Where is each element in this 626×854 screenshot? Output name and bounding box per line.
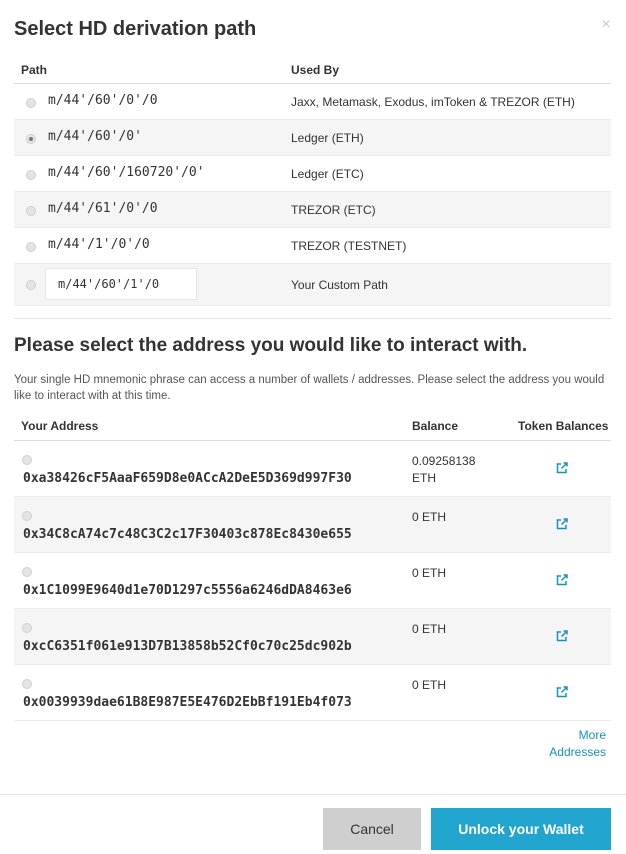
external-link-icon[interactable] <box>555 573 569 587</box>
address-section-heading: Please select the address you would like… <box>14 335 528 356</box>
path-row[interactable]: m/44'/60'/0'/0 Jaxx, Metamask, Exodus, im… <box>14 84 611 120</box>
address-value: 0xa38426cF5AaaF659D8e0ACcA2DeE5D369d997F… <box>23 471 352 486</box>
section-divider <box>14 318 611 319</box>
address-row[interactable]: 0x0039939dae61B8E987E5E476D2EbBf191Eb4f0… <box>14 665 611 721</box>
custom-path-label: Your Custom Path <box>291 278 388 292</box>
modal-title: Select HD derivation path <box>14 18 257 40</box>
external-link-icon[interactable] <box>555 629 569 643</box>
address-value: 0x34C8cA74c7c48C3C2c17F30403c878Ec8430e6… <box>23 527 352 542</box>
external-link-icon[interactable] <box>555 517 569 531</box>
path-radio[interactable] <box>26 206 36 216</box>
custom-path-row[interactable]: Your Custom Path <box>14 264 611 306</box>
address-radio[interactable] <box>22 511 32 521</box>
path-used-by: Ledger (ETC) <box>291 167 364 181</box>
path-value: m/44'/61'/0'/0 <box>48 201 158 216</box>
address-radio[interactable] <box>22 567 32 577</box>
address-row[interactable]: 0x1C1099E9640d1e70D1297c5556a6246dDA8463… <box>14 553 611 609</box>
path-value: m/44'/60'/160720'/0' <box>48 165 205 180</box>
derivation-path-modal: Select HD derivation path × Path Used By… <box>0 0 626 854</box>
address-value: 0x1C1099E9640d1e70D1297c5556a6246dDA8463… <box>23 583 352 598</box>
path-radio[interactable] <box>26 134 36 144</box>
address-balance: 0 ETH <box>412 510 447 524</box>
balance-column-header: Balance <box>412 419 459 433</box>
token-balances-column-header: Token Balances <box>518 419 609 433</box>
custom-path-input[interactable] <box>45 268 197 300</box>
address-radio[interactable] <box>22 455 32 465</box>
path-row[interactable]: m/44'/60'/0' Ledger (ETH) <box>14 120 611 156</box>
path-row[interactable]: m/44'/1'/0'/0 TREZOR (TESTNET) <box>14 228 611 264</box>
path-value: m/44'/60'/0' <box>48 129 142 144</box>
path-used-by: Ledger (ETH) <box>291 131 364 145</box>
unlock-wallet-button[interactable]: Unlock your Wallet <box>431 808 611 850</box>
address-balance: 0 ETH <box>412 566 447 580</box>
address-radio[interactable] <box>22 679 32 689</box>
footer-divider <box>0 794 626 795</box>
path-row[interactable]: m/44'/60'/160720'/0' Ledger (ETC) <box>14 156 611 192</box>
used-by-column-header: Used By <box>291 63 340 77</box>
address-table: Your Address Balance Token Balances 0xa3… <box>14 412 611 721</box>
path-used-by: Jaxx, Metamask, Exodus, imToken & TREZOR… <box>291 95 575 109</box>
address-column-header: Your Address <box>21 419 99 433</box>
address-row[interactable]: 0xa38426cF5AaaF659D8e0ACcA2DeE5D369d997F… <box>14 441 611 497</box>
address-row[interactable]: 0x34C8cA74c7c48C3C2c17F30403c878Ec8430e6… <box>14 497 611 553</box>
address-section-description: Your single HD mnemonic phrase can acces… <box>14 374 605 402</box>
path-table: Path Used By m/44'/60'/0'/0 Jaxx, Metamas… <box>14 56 611 306</box>
path-used-by: TREZOR (ETC) <box>291 203 376 217</box>
address-value: 0xcC6351f061e913D7B13858b52Cf0c70c25dc90… <box>23 639 352 654</box>
external-link-icon[interactable] <box>555 461 569 475</box>
path-value: m/44'/1'/0'/0 <box>48 237 150 252</box>
path-used-by: TREZOR (TESTNET) <box>291 239 407 253</box>
path-radio[interactable] <box>26 242 36 252</box>
path-column-header: Path <box>21 63 48 77</box>
address-balance: 0 ETH <box>412 622 447 636</box>
address-radio[interactable] <box>22 623 32 633</box>
custom-path-radio[interactable] <box>26 280 36 290</box>
cancel-button[interactable]: Cancel <box>323 808 421 850</box>
external-link-icon[interactable] <box>555 685 569 699</box>
address-value: 0x0039939dae61B8E987E5E476D2EbBf191Eb4f0… <box>23 695 352 710</box>
path-table-header: Path Used By <box>14 56 611 84</box>
path-value: m/44'/60'/0'/0 <box>48 93 158 108</box>
address-balance: 0.09258138 ETH <box>412 454 476 485</box>
path-row[interactable]: m/44'/61'/0'/0 TREZOR (ETC) <box>14 192 611 228</box>
address-balance: 0 ETH <box>412 678 447 692</box>
path-radio[interactable] <box>26 170 36 180</box>
address-row[interactable]: 0xcC6351f061e913D7B13858b52Cf0c70c25dc90… <box>14 609 611 665</box>
path-radio[interactable] <box>26 98 36 108</box>
close-icon[interactable]: × <box>598 17 614 33</box>
address-table-header: Your Address Balance Token Balances <box>14 412 611 441</box>
more-addresses-link[interactable]: More Addresses <box>540 727 606 761</box>
